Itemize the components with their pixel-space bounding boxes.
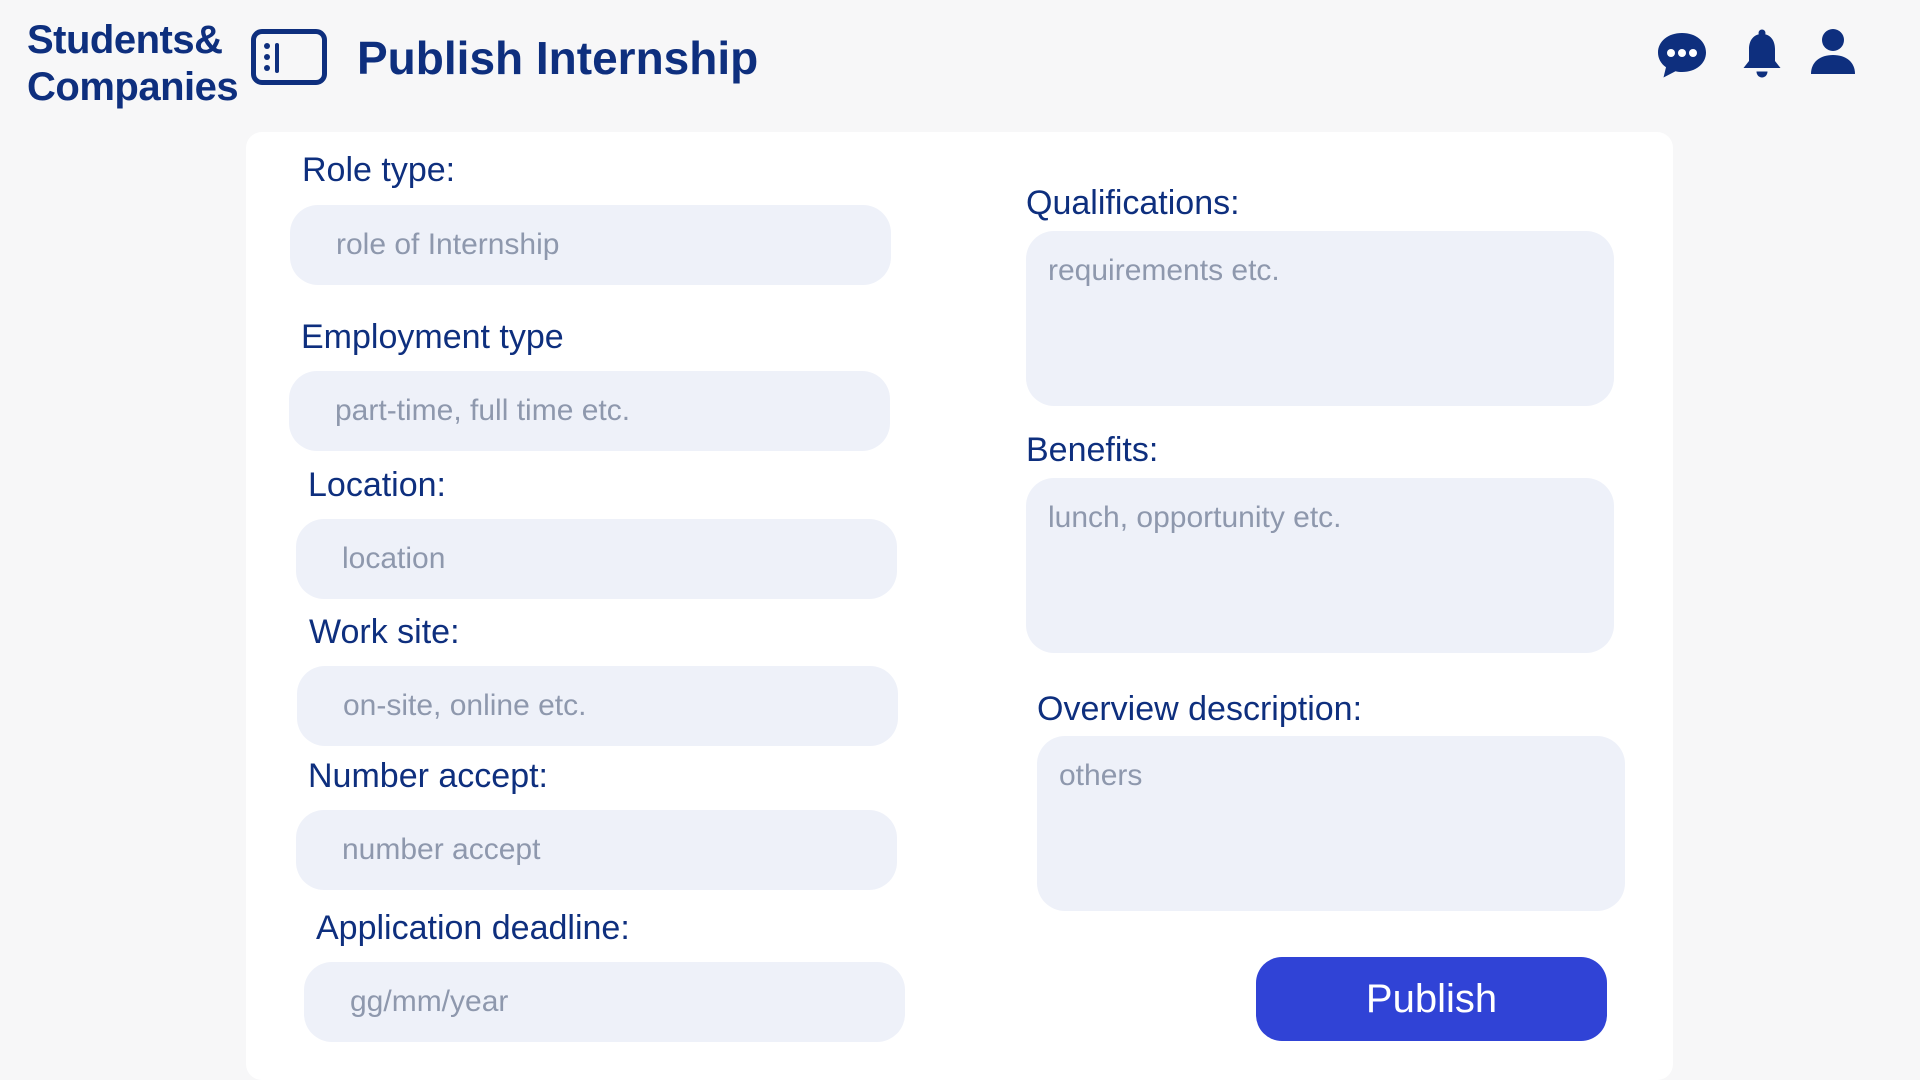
qualifications-label: Qualifications: (1026, 184, 1240, 222)
form-card: Role type: Employment type Location: Wor… (246, 132, 1673, 1080)
location-label: Location: (308, 466, 446, 504)
role-type-label: Role type: (302, 151, 456, 189)
sidebar-dots (264, 43, 270, 76)
benefits-textarea[interactable] (1026, 478, 1614, 653)
work-site-input[interactable] (297, 666, 898, 746)
brand-line-2: Companies (27, 65, 239, 109)
role-type-input[interactable] (290, 205, 891, 285)
employment-type-label: Employment type (301, 318, 564, 356)
user-icon[interactable] (1809, 29, 1857, 75)
brand-logo[interactable]: Students& Companies (27, 17, 239, 111)
bell-icon[interactable] (1741, 29, 1783, 81)
work-site-label: Work site: (309, 613, 460, 651)
qualifications-textarea[interactable] (1026, 231, 1614, 406)
sidebar-bar (275, 43, 279, 73)
chat-icon[interactable] (1656, 30, 1708, 82)
page-title: Publish Internship (357, 32, 759, 84)
benefits-label: Benefits: (1026, 431, 1159, 469)
overview-description-label: Overview description: (1037, 690, 1363, 728)
number-accept-input[interactable] (296, 810, 897, 890)
employment-type-input[interactable] (289, 371, 890, 451)
application-deadline-input[interactable] (304, 962, 905, 1042)
brand-line-1: Students& (27, 18, 223, 62)
number-accept-label: Number accept: (308, 757, 548, 795)
sidebar-toggle-icon[interactable] (251, 29, 327, 85)
application-deadline-label: Application deadline: (316, 909, 630, 947)
location-input[interactable] (296, 519, 897, 599)
overview-description-textarea[interactable] (1037, 736, 1625, 911)
publish-button[interactable]: Publish (1256, 957, 1607, 1041)
